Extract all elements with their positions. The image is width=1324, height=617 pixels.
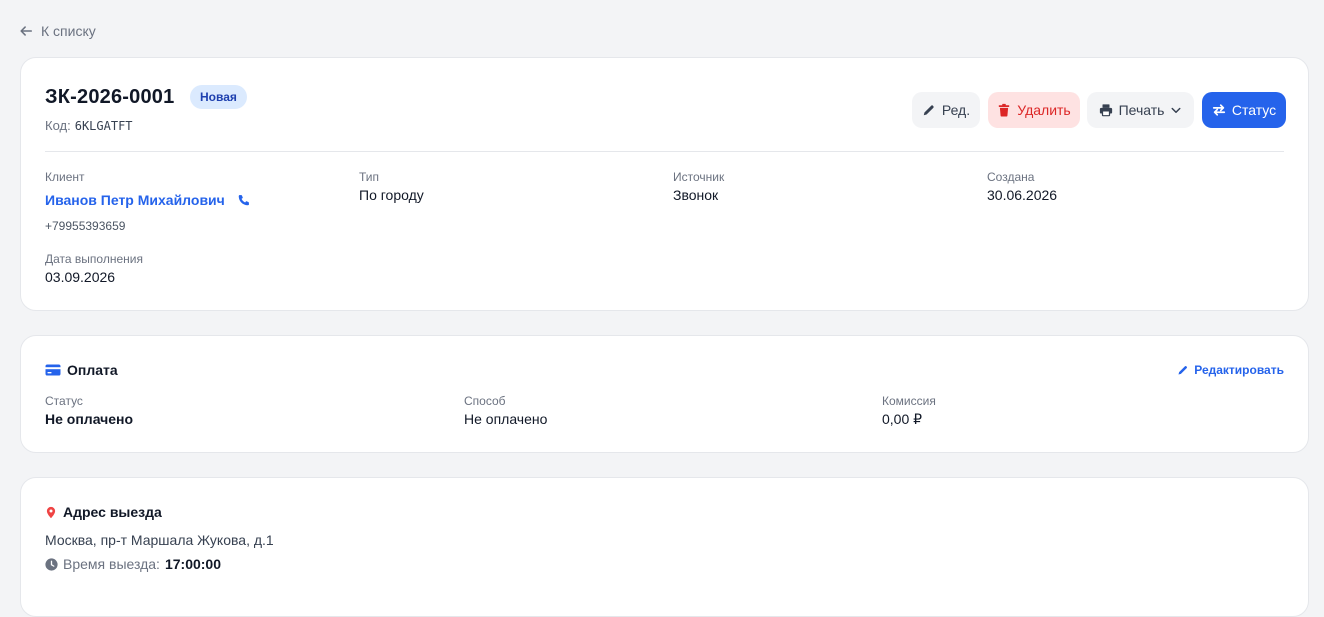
header-divider <box>45 151 1284 152</box>
status-badge: Новая <box>190 85 247 109</box>
payment-card: Оплата Редактировать Статус Не оплачено … <box>20 335 1309 453</box>
payment-edit-link[interactable]: Редактировать <box>1177 363 1284 377</box>
pencil-icon <box>1178 366 1188 375</box>
payment-section-title: Оплата <box>45 362 118 378</box>
change-status-button-label: Статус <box>1231 102 1277 118</box>
departure-time-label: Время выезда: <box>63 556 160 572</box>
payment-method-value: Не оплачено <box>464 411 548 427</box>
order-code-label: Код: <box>45 118 71 133</box>
order-card: ЗК-2026-0001 Новая Код: 6KLGATFT Ред. Уда… <box>20 57 1309 311</box>
payment-fee-label: Комиссия <box>882 394 936 408</box>
payment-edit-label: Редактировать <box>1194 363 1284 377</box>
created-value: 30.06.2026 <box>987 187 1058 203</box>
type-value: По городу <box>359 187 424 203</box>
source-value: Звонок <box>673 187 719 203</box>
clock-icon <box>45 557 58 571</box>
payment-method-label: Способ <box>464 394 506 408</box>
order-code-value: 6KLGATFT <box>74 119 133 133</box>
address-section-title: Адрес выезда <box>45 504 162 520</box>
departure-time: Время выезда: 17:00:00 <box>45 556 221 572</box>
address-card: Адрес выезда Москва, пр-т Маршала Жукова… <box>20 477 1309 617</box>
departure-time-value: 17:00:00 <box>164 556 221 572</box>
arrow-left-icon <box>20 26 33 36</box>
order-number: ЗК-2026-0001 <box>45 86 175 108</box>
edit-button[interactable]: Ред. <box>912 92 980 128</box>
delete-button[interactable]: Удалить <box>988 92 1080 128</box>
client-name-link[interactable]: Иванов Петр Михайлович <box>45 192 250 208</box>
printer-icon <box>1099 104 1112 117</box>
credit-card-icon <box>45 364 61 376</box>
map-pin-icon <box>46 506 56 518</box>
back-label: К списку <box>41 23 96 39</box>
payment-status-label: Статус <box>45 394 83 408</box>
due-date-value: 03.09.2026 <box>45 269 116 285</box>
phone-icon[interactable] <box>237 194 250 207</box>
delete-button-label: Удалить <box>1017 102 1071 118</box>
back-to-list-link[interactable]: К списку <box>19 23 96 39</box>
type-label: Тип <box>359 170 380 184</box>
client-name: Иванов Петр Михайлович <box>45 192 225 208</box>
order-code: Код: 6KLGATFT <box>45 118 133 133</box>
client-label: Клиент <box>45 170 85 184</box>
print-button[interactable]: Печать <box>1087 92 1194 128</box>
payment-status-value: Не оплачено <box>45 411 134 427</box>
print-button-label: Печать <box>1118 102 1165 118</box>
due-date-label: Дата выполнения <box>45 252 143 266</box>
source-label: Источник <box>673 170 725 184</box>
chevron-down-icon <box>1171 107 1181 113</box>
trash-icon <box>999 103 1010 117</box>
payment-fee-value: 0,00 ₽ <box>882 411 923 427</box>
pencil-icon <box>923 105 934 116</box>
created-label: Создана <box>987 170 1035 184</box>
address-value: Москва, пр-т Маршала Жукова, д.1 <box>45 532 274 548</box>
payment-title: Оплата <box>67 362 118 378</box>
arrows-exchange-icon <box>1212 104 1225 116</box>
edit-button-label: Ред. <box>941 102 971 118</box>
client-phone: +79955393659 <box>45 219 126 233</box>
change-status-button[interactable]: Статус <box>1202 92 1286 128</box>
address-title: Адрес выезда <box>63 504 162 520</box>
